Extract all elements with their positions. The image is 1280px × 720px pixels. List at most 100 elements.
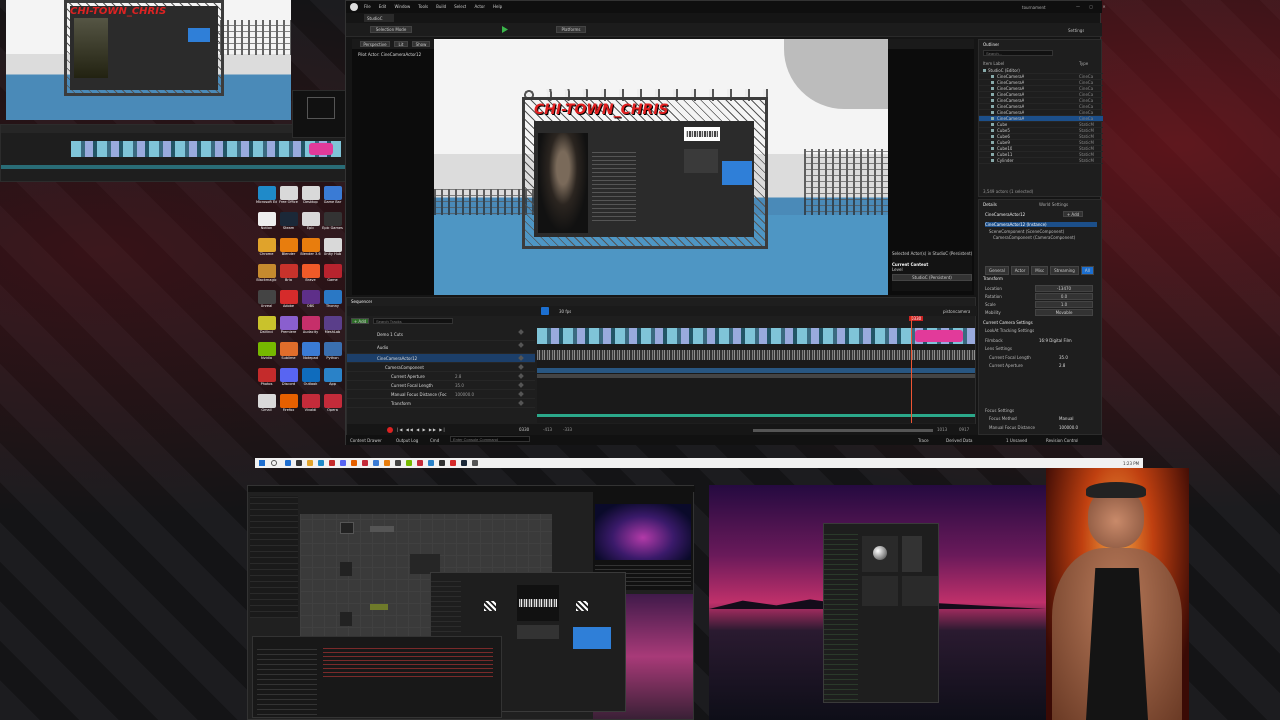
desktop-icon[interactable]: DaVinci [256,316,277,342]
taskbar-app-icon[interactable] [318,460,324,466]
sphere-preview[interactable] [862,536,898,572]
show-button[interactable]: Show [412,41,430,47]
project-tab[interactable]: StudioC [364,14,394,22]
detail-field-value[interactable]: -13470 [1035,285,1093,292]
keyframe-icon[interactable] [518,382,524,388]
unreal-editor-window[interactable]: File Edit Window Tools Build Select Actor Help … [345,0,1106,445]
component-camera[interactable]: CameraComponent (CameraComponent) [993,235,1075,240]
desktop-icon[interactable]: Brave [300,264,321,290]
secondary-filmstrip[interactable] [71,141,341,157]
keyframe-icon[interactable] [518,342,524,348]
waveform-asset[interactable] [517,585,559,621]
outliner-row[interactable]: Cylinder StaticM [979,158,1103,164]
settings-button[interactable]: Settings [1068,28,1084,33]
menu-item-file[interactable]: File [364,4,371,10]
clapper-icon[interactable] [479,595,501,617]
transform-section[interactable]: Transform [983,276,1003,281]
sequencer-tab[interactable]: Sequencer [351,299,372,304]
desktop-icon[interactable]: Game [322,264,343,290]
cmd-selector[interactable]: Cmd [430,438,439,443]
asset-thumbnail[interactable] [902,576,938,606]
taskbar-app-icon[interactable] [329,460,335,466]
desktop-icon[interactable]: Adobe [278,290,299,316]
desktop-icon[interactable]: Gmail [256,394,277,420]
desktop-icon[interactable]: Thonny [322,290,343,316]
keyframe-icon[interactable] [518,391,524,397]
graph-node[interactable] [340,612,352,626]
blue-asset[interactable] [573,627,611,649]
audio-waveform[interactable] [537,350,975,360]
desktop-icon[interactable]: Photos [256,368,277,394]
taskbar-app-icon[interactable] [285,460,291,466]
desktop-icon[interactable]: MeshLab [322,316,343,342]
keyframe-icon[interactable] [518,364,524,370]
sequencer-track-row[interactable]: Transform [347,399,535,408]
desktop-icon[interactable]: Blackmagic [256,264,277,290]
sequencer-track-row[interactable]: Manual Focus Distance (Foc 100000.0 [347,390,535,399]
desktop-icon[interactable]: Outlook [300,368,321,394]
menu-item-help[interactable]: Help [493,4,502,10]
desktop-icon[interactable]: Blender 3.6 [300,238,321,264]
desktop-icon[interactable]: Notepad [300,342,321,368]
filter-general[interactable]: General [985,266,1009,275]
desktop-icon[interactable]: Premiere [278,316,299,342]
asset-thumbnail[interactable] [862,576,898,606]
focus-method-value[interactable]: Manual [1059,416,1074,421]
level-dropdown[interactable]: StudioC (Persistent) [892,274,972,281]
desktop-icon[interactable]: Chrome [256,238,277,264]
detail-field-value[interactable]: 1.0 [1035,301,1093,308]
component-root[interactable]: CineCameraActor12 (Instance) [985,222,1097,227]
graph-node[interactable] [340,522,354,534]
secondary-viewport[interactable]: CHI-TOWN_CHRIS [6,0,291,120]
desktop-icon[interactable]: Blender [278,238,299,264]
playhead[interactable] [911,316,912,423]
fps-selector[interactable]: 30 fps [559,309,571,314]
desktop-icon[interactable]: Vivaldi [300,394,321,420]
search-icon[interactable] [271,460,277,466]
taskbar-app-icon[interactable] [373,460,379,466]
filter-misc[interactable]: Misc [1031,266,1049,275]
level-viewport[interactable]: Perspective Lit Show Sequencer Pilot Act… [352,39,974,295]
desktop-icon[interactable]: Epic Games [322,212,343,238]
bottom-right-monitor[interactable] [709,485,1046,720]
desktop-icon[interactable]: Free Office [278,186,299,212]
focus-settings-label[interactable]: Focus Settings [985,408,1014,413]
track-value[interactable]: 2.8 [455,374,461,379]
taskbar-app-icon[interactable] [439,460,445,466]
sequencer-track-row[interactable]: Demo 1 Cuts [347,328,535,341]
trace-button[interactable]: Trace [918,438,929,443]
focal-length-value[interactable]: 35.0 [1059,355,1068,360]
grey-asset[interactable] [517,625,559,639]
desktop-icon[interactable]: Game Bar [322,186,343,212]
add-component-button[interactable]: + Add [1063,211,1083,217]
pink-clip[interactable] [309,143,333,155]
taskbar-app-icon[interactable] [395,460,401,466]
selection-mode-button[interactable]: Selection Mode [370,26,412,33]
world-settings-tab[interactable]: World Settings [1039,202,1068,207]
taskbar-app-icon[interactable] [362,460,368,466]
taskbar-app-icon[interactable] [351,460,357,466]
taskbar-app-icon[interactable] [450,460,456,466]
bottom-left-monitor[interactable] [247,485,695,720]
actor-track-bar[interactable] [537,368,975,373]
filter-all[interactable]: All [1080,266,1094,275]
desktop-icon[interactable]: App [322,368,343,394]
snap-icon[interactable] [541,307,549,315]
graph-node[interactable] [370,526,394,532]
graph-node[interactable] [370,604,388,610]
camera-cuts-filmstrip[interactable] [537,328,975,344]
output-log-window[interactable] [252,636,502,718]
desktop-icon[interactable]: Notion [256,212,277,238]
graph-node[interactable] [410,554,440,574]
menu-item-window[interactable]: Window [394,4,410,10]
output-log-button[interactable]: Output Log [396,438,418,443]
sequencer-track-row[interactable]: Audio [347,341,535,354]
add-track-button[interactable]: + Add [351,318,369,324]
desktop-icon[interactable]: Sublime [278,342,299,368]
unsaved-button[interactable]: 1 Unsaved [1006,438,1027,443]
camera-settings-section[interactable]: Current Camera Settings [983,320,1033,325]
menu-item-select[interactable]: Select [454,4,466,10]
manual-focus-value[interactable]: 100000.0 [1059,425,1078,430]
desktop-icon[interactable]: Unreal [256,290,277,316]
details-tab[interactable]: Details [983,202,997,207]
